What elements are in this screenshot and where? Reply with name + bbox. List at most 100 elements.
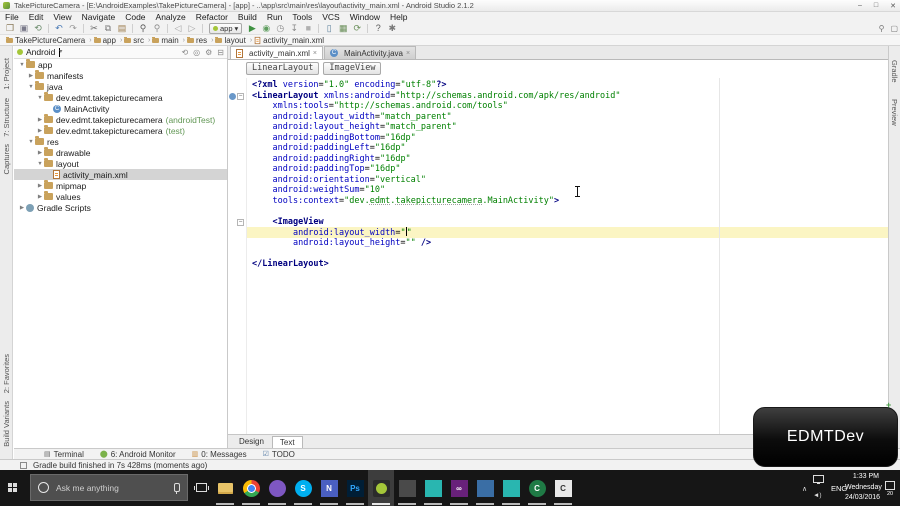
code-line[interactable]: </LinearLayout> bbox=[228, 259, 888, 270]
taskbar-app-onenote[interactable]: N bbox=[316, 470, 342, 506]
stripe-button-favorites[interactable]: 2: Favorites bbox=[2, 354, 11, 393]
taskbar-app-notes-app-2[interactable] bbox=[498, 470, 524, 506]
menu-tools[interactable]: Tools bbox=[287, 12, 317, 22]
editor-tab-MainActivity.java[interactable]: C MainActivity.java × bbox=[324, 46, 417, 59]
editor-tab-activity_main.xml[interactable]: activity_main.xml × bbox=[230, 46, 323, 59]
chevron-down-icon[interactable]: ▼ bbox=[18, 62, 26, 68]
tag-chip-linearlayout[interactable]: LinearLayout bbox=[246, 62, 320, 75]
code-line[interactable]: android:weightSum="10" bbox=[228, 185, 888, 196]
chevron-right-icon[interactable]: ▶ bbox=[36, 183, 44, 189]
close-icon[interactable]: × bbox=[406, 50, 410, 57]
project-view-selector[interactable]: Android bbox=[26, 47, 55, 57]
stripe-button-structure[interactable]: 7: Structure bbox=[2, 98, 11, 137]
action-center-icon[interactable] bbox=[885, 481, 895, 490]
chevron-right-icon[interactable]: ▶ bbox=[36, 128, 44, 134]
tree-item-dev.edmt.takepicturecamera[interactable]: ▼ dev.edmt.takepicturecamera bbox=[14, 92, 227, 103]
menu-window[interactable]: Window bbox=[345, 12, 385, 22]
taskbar-app-file-explorer[interactable] bbox=[212, 470, 238, 506]
forward-icon[interactable]: ▷ bbox=[185, 22, 199, 34]
debug-icon[interactable]: ◉ bbox=[259, 22, 273, 34]
menu-code[interactable]: Code bbox=[120, 12, 150, 22]
chevron-down-icon[interactable]: ▼ bbox=[27, 139, 35, 145]
minimize-button[interactable]: – bbox=[858, 2, 862, 9]
menu-navigate[interactable]: Navigate bbox=[77, 12, 121, 22]
chevron-right-icon[interactable]: ▶ bbox=[36, 117, 44, 123]
sdk-manager-icon[interactable]: ▦ bbox=[336, 22, 350, 34]
stripe-button-gradle[interactable]: Gradle bbox=[890, 60, 899, 83]
code-line[interactable]: android:orientation="vertical" bbox=[228, 175, 888, 186]
menu-help[interactable]: Help bbox=[385, 12, 412, 22]
show-toolbar-icon[interactable]: ▢ bbox=[890, 24, 898, 33]
tray-clock[interactable]: 1:33 PM Wednesday 24/03/2016 bbox=[845, 472, 882, 504]
taskbar-app-media-player[interactable] bbox=[264, 470, 290, 506]
hide-panel-icon[interactable]: ⊟ bbox=[217, 48, 224, 57]
taskbar-app-android-studio[interactable] bbox=[368, 470, 394, 506]
stripe-button-captures[interactable]: Captures bbox=[2, 144, 11, 174]
tool-window-button-messages[interactable]: ▥ 0: Messages bbox=[192, 450, 247, 459]
tray-chevron-up-icon[interactable]: ∧ bbox=[802, 485, 807, 493]
tool-window-switcher-icon[interactable] bbox=[20, 461, 27, 469]
tree-item-res[interactable]: ▼ res bbox=[14, 136, 227, 147]
run-icon[interactable]: ▶ bbox=[245, 22, 259, 34]
code-line[interactable]: <?xml version="1.0" encoding="utf-8"?> bbox=[228, 80, 888, 91]
redo-icon[interactable]: ↷ bbox=[66, 22, 80, 34]
taskbar-app-skype[interactable]: S bbox=[290, 470, 316, 506]
chevron-right-icon[interactable]: ▶ bbox=[27, 73, 35, 79]
microphone-icon[interactable] bbox=[174, 483, 180, 494]
menu-edit[interactable]: Edit bbox=[24, 12, 49, 22]
stripe-button-preview[interactable]: Preview bbox=[890, 99, 899, 126]
chevron-down-icon[interactable]: ▼ bbox=[27, 84, 35, 90]
paste-icon[interactable]: ▤ bbox=[115, 22, 129, 34]
breadcrumb-item-src[interactable]: src bbox=[124, 36, 144, 45]
menu-run[interactable]: Run bbox=[262, 12, 288, 22]
taskbar-app-chrome[interactable] bbox=[238, 470, 264, 506]
stop-icon[interactable]: ■ bbox=[301, 22, 315, 34]
code-line[interactable]: − <LinearLayout xmlns:android="http://sch… bbox=[228, 91, 888, 102]
breadcrumb-item-app[interactable]: app bbox=[93, 36, 116, 45]
chevron-down-icon[interactable]: ▼ bbox=[36, 95, 44, 101]
run-config-select[interactable]: app ▾ bbox=[209, 22, 243, 34]
attach-debugger-icon[interactable]: ↧ bbox=[287, 22, 301, 34]
tree-item-activity_main.xml[interactable]: activity_main.xml bbox=[14, 169, 227, 180]
undo-icon[interactable]: ↶ bbox=[52, 22, 66, 34]
taskbar-app-camtasia[interactable]: C bbox=[524, 470, 550, 506]
menu-file[interactable]: File bbox=[0, 12, 24, 22]
taskbar-app-visual-studio[interactable]: ∞ bbox=[446, 470, 472, 506]
breadcrumb-item-layout[interactable]: layout bbox=[215, 36, 246, 45]
tree-item-dev.edmt.takepicturecamera[interactable]: ▶ dev.edmt.takepicturecamera (androidTest… bbox=[14, 114, 227, 125]
breadcrumb-item-activity_main.xml[interactable]: activity_main.xml bbox=[254, 36, 324, 45]
tree-item-values[interactable]: ▶ values bbox=[14, 191, 227, 202]
code-line[interactable] bbox=[228, 206, 888, 217]
tree-item-drawable[interactable]: ▶ drawable bbox=[14, 147, 227, 158]
close-icon[interactable]: × bbox=[313, 50, 317, 57]
code-line[interactable]: android:paddingBottom="16dp" bbox=[228, 133, 888, 144]
cut-icon[interactable]: ✂ bbox=[87, 22, 101, 34]
code-line[interactable]: xmlns:tools="http://schemas.android.com/… bbox=[228, 101, 888, 112]
tab-design[interactable]: Design bbox=[232, 436, 271, 447]
find-icon[interactable]: ⚲ bbox=[136, 22, 150, 34]
start-button[interactable] bbox=[8, 483, 17, 492]
task-view-button[interactable] bbox=[194, 483, 209, 492]
copy-icon[interactable]: ⧉ bbox=[101, 22, 115, 34]
chevron-down-icon[interactable]: ▼ bbox=[36, 161, 44, 167]
taskbar-app-notes-app[interactable] bbox=[420, 470, 446, 506]
taskbar-app-photoshop[interactable]: Ps bbox=[342, 470, 368, 506]
save-icon[interactable]: ▣ bbox=[17, 22, 31, 34]
tray-speaker-icon[interactable]: ◄) bbox=[813, 492, 822, 499]
breadcrumb-item-main[interactable]: main bbox=[152, 36, 179, 45]
sync-files-icon[interactable]: ⟲ bbox=[31, 22, 45, 34]
code-line[interactable] bbox=[228, 248, 888, 259]
fold-marker-icon[interactable]: − bbox=[237, 218, 244, 226]
code-line[interactable]: android:layout_height="" /> bbox=[228, 238, 888, 249]
tab-text[interactable]: Text bbox=[271, 435, 303, 448]
code-line[interactable]: android:paddingTop="16dp" bbox=[228, 164, 888, 175]
search-everywhere-icon[interactable]: ⚲ bbox=[879, 24, 885, 33]
tree-item-MainActivity[interactable]: C MainActivity bbox=[14, 103, 227, 114]
stripe-button-buildvariants[interactable]: Build Variants bbox=[2, 401, 11, 447]
gear-icon[interactable]: ⚙ bbox=[205, 48, 212, 57]
chevron-right-icon[interactable]: ▶ bbox=[36, 150, 44, 156]
help-icon[interactable]: ? bbox=[371, 22, 385, 34]
open-icon[interactable]: ❐ bbox=[3, 22, 17, 34]
scroll-to-source-icon[interactable]: ◎ bbox=[193, 48, 200, 57]
taskbar-app-camtasia-recorder[interactable]: C bbox=[550, 470, 576, 506]
